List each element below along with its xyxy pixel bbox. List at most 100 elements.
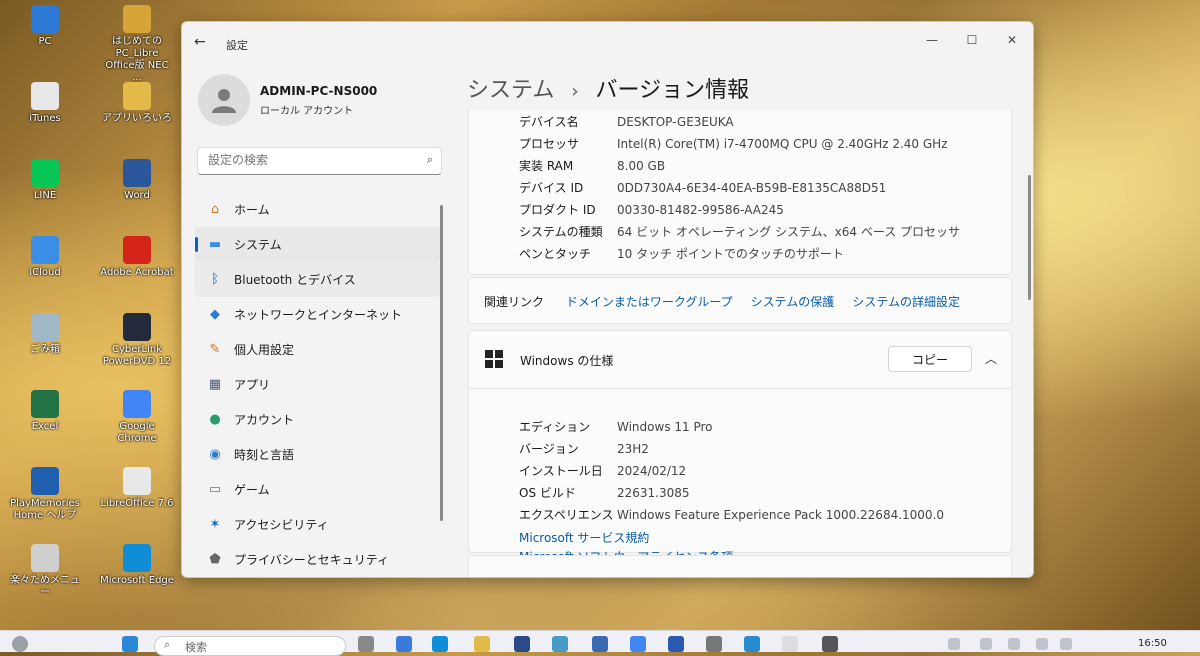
desktop-icon[interactable]: Google Chrome	[100, 390, 174, 445]
minimize-button[interactable]: —	[912, 28, 952, 52]
tray-icon[interactable]	[1036, 638, 1048, 650]
tray-icon[interactable]	[980, 638, 992, 650]
app-icon	[123, 544, 151, 572]
sidebar-item-shield[interactable]: ⬟ プライバシーとセキュリティ	[195, 542, 441, 577]
back-arrow-icon[interactable]: ←	[194, 34, 206, 50]
settings-search[interactable]: ⌕	[197, 147, 442, 175]
main-scrollbar[interactable]	[1028, 175, 1031, 300]
app-icon[interactable]	[396, 636, 412, 652]
tray-icon[interactable]	[1008, 638, 1020, 650]
copy-button[interactable]: コピー	[888, 346, 972, 372]
sidebar-item-network[interactable]: ◆ ネットワークとインターネット	[195, 297, 441, 332]
spec-value: Intel(R) Core(TM) i7-4700MQ CPU @ 2.40GH…	[617, 137, 948, 151]
desktop-icon-label: LINE	[33, 190, 57, 201]
desktop-icon[interactable]: iCloud	[8, 236, 82, 279]
app-icon	[31, 467, 59, 495]
sidebar-item-globe[interactable]: ◉ 時刻と言語	[195, 437, 441, 472]
taskview-icon[interactable]	[358, 636, 374, 652]
app-icon	[31, 313, 59, 341]
spec-value: 00330-81482-99586-AA245	[617, 203, 784, 217]
desktop-icon-label: Word	[124, 190, 150, 201]
desktop-icon[interactable]: PC	[8, 5, 82, 48]
spec-key: プロセッサ	[519, 137, 580, 151]
spec-value: 10 タッチ ポイントでのタッチのサポート	[617, 247, 844, 261]
sidebar-item-bluetooth[interactable]: ᛒ Bluetooth とデバイス	[195, 262, 441, 297]
app-icon	[123, 82, 151, 110]
start-icon[interactable]	[122, 636, 138, 652]
app-icon[interactable]	[592, 636, 608, 652]
related-link[interactable]: システムの保護	[751, 295, 835, 309]
desktop-icon[interactable]: LibreOffice 7.6	[100, 467, 174, 510]
sidebar-item-home[interactable]: ⌂ ホーム	[195, 192, 441, 227]
related-link[interactable]: システムの詳細設定	[852, 295, 960, 309]
sidebar-item-game[interactable]: ▭ ゲーム	[195, 472, 441, 507]
store-icon[interactable]	[514, 636, 530, 652]
sidebar-item-label: プライバシーとセキュリティ	[234, 553, 390, 567]
desktop-icon[interactable]: Excel	[8, 390, 82, 433]
sidebar-item-accessibility[interactable]: ✶ アクセシビリティ	[195, 507, 441, 542]
settings-gear-icon[interactable]	[822, 636, 838, 652]
breadcrumb-separator: ›	[571, 81, 579, 102]
spec-key: システムの種類	[519, 225, 603, 239]
widgets-icon[interactable]	[12, 636, 28, 652]
taskbar-search[interactable]: ⌕ 検索	[154, 636, 346, 656]
app-icon[interactable]	[552, 636, 568, 652]
desktop-icon[interactable]: CyberLink PowerDVD 12	[100, 313, 174, 368]
sidebar-item-system[interactable]: ▬ システム	[195, 227, 441, 262]
app-icon[interactable]	[744, 636, 760, 652]
clock[interactable]: 16:50	[1138, 638, 1167, 649]
desktop-icon[interactable]: iTunes	[8, 82, 82, 125]
spec-value: DESKTOP-GE3EUKA	[617, 115, 734, 129]
breadcrumb-parent[interactable]: システム	[467, 78, 554, 103]
spec-key: プロダクト ID	[519, 203, 596, 217]
close-button[interactable]: ✕	[992, 28, 1032, 52]
desktop-icon[interactable]: Word	[100, 159, 174, 202]
windows-spec-title: Windows の仕様	[520, 354, 614, 368]
chevron-up-icon[interactable]: ︿	[985, 350, 997, 367]
desktop-icon[interactable]: Adobe Acrobat	[100, 236, 174, 279]
desktop-icon[interactable]: はじめてのPC_Libre Office版 NEC ...	[100, 5, 174, 84]
spec-value: Windows 11 Pro	[617, 420, 713, 434]
license-link[interactable]: Microsoft サービス規約	[519, 528, 649, 548]
desktop-icon-label: iTunes	[29, 113, 61, 124]
explorer-icon[interactable]	[474, 636, 490, 652]
desktop-icon[interactable]: Microsoft Edge	[100, 544, 174, 587]
sidebar-item-account[interactable]: ● アカウント	[195, 402, 441, 437]
next-card	[468, 555, 1012, 577]
sidebar-scrollbar[interactable]	[440, 205, 443, 521]
desktop-icon[interactable]: ごみ箱	[8, 313, 82, 356]
desktop-icon-label: Excel	[31, 421, 59, 432]
avatar[interactable]	[198, 74, 250, 126]
edge-icon[interactable]	[432, 636, 448, 652]
chrome-icon[interactable]	[630, 636, 646, 652]
sidebar-item-label: 時刻と言語	[234, 448, 295, 462]
desktop-icon[interactable]: 楽々ためメニュー	[8, 544, 82, 599]
maximize-button[interactable]: ☐	[952, 28, 992, 52]
title-bar: ← 設定 — ☐ ✕	[182, 22, 1033, 62]
spec-row: エディション Windows 11 Pro	[519, 417, 713, 437]
desktop-icon[interactable]: PlayMemories Home ヘルプ	[8, 467, 82, 522]
search-icon[interactable]: ⌕	[427, 153, 433, 167]
sidebar-item-label: アプリ	[234, 378, 271, 392]
breadcrumb-current: バージョン情報	[595, 78, 750, 103]
tray-icon[interactable]	[1060, 638, 1072, 650]
spec-value: 2024/02/12	[617, 464, 687, 478]
spec-key: デバイス名	[519, 115, 579, 129]
spec-row: バージョン 23H2	[519, 439, 649, 459]
spec-row: デバイス ID 0DD730A4-6E34-40EA-B59B-E8135CA88…	[519, 178, 886, 198]
app-icon[interactable]	[668, 636, 684, 652]
desktop-icon[interactable]: アプリいろいろ	[100, 82, 174, 125]
sidebar-item-brush[interactable]: ✎ 個人用設定	[195, 332, 441, 367]
app-icon[interactable]	[782, 636, 798, 652]
desktop-icon[interactable]: LINE	[8, 159, 82, 202]
tray-icon[interactable]	[948, 638, 960, 650]
windows-spec-header[interactable]: Windows の仕様 コピー ︿	[468, 330, 1012, 389]
user-icon	[212, 89, 236, 113]
desktop-icon-label: LibreOffice 7.6	[100, 498, 174, 509]
camera-icon[interactable]	[706, 636, 722, 652]
search-input[interactable]	[206, 152, 410, 168]
windows-spec-card: エディション Windows 11 Pro バージョン 23H2 インストール日 2024…	[468, 388, 1012, 564]
spec-row: システムの種類 64 ビット オペレーティング システム、x64 ベース プロセッ…	[519, 222, 960, 242]
sidebar-item-apps[interactable]: ▦ アプリ	[195, 367, 441, 402]
related-link[interactable]: ドメインまたはワークグループ	[566, 295, 733, 309]
